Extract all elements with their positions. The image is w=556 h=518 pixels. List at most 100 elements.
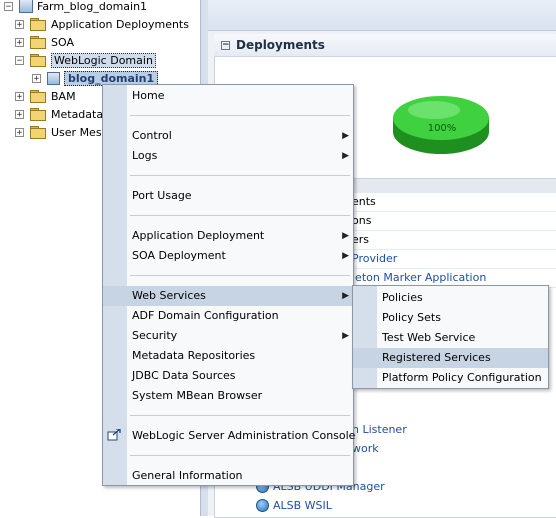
table-row: ons <box>352 211 556 231</box>
submenu-item-test-web-service[interactable]: Test Web Service <box>353 328 548 348</box>
row-text: ers <box>352 233 370 246</box>
submenu-arrow-icon: ▶ <box>342 131 349 141</box>
tree-root-label: Farm_blog_domain1 <box>37 0 148 13</box>
menu-item-label: Logs <box>132 149 158 162</box>
tree-item-metadata-repositories[interactable]: + Metadata R <box>15 105 114 123</box>
submenu-arrow-icon: ▶ <box>342 151 349 161</box>
submenu-arrow-icon: ▶ <box>342 251 349 261</box>
folder-icon <box>30 18 46 31</box>
tree-item-weblogic-domain[interactable]: − WebLogic Domain <box>15 51 156 69</box>
menu-separator <box>130 455 350 456</box>
menu-item-label: Home <box>132 89 165 102</box>
tree-item-label: WebLogic Domain <box>51 52 156 68</box>
menu-item-web-services[interactable]: Web Services ▶ <box>103 286 353 306</box>
menu-item-label: Control <box>132 129 172 142</box>
row-link[interactable]: n Listener <box>352 423 407 436</box>
menu-item-label: General Information <box>132 469 243 482</box>
menu-separator <box>130 175 350 176</box>
menu-item-label: ADF Domain Configuration <box>132 309 279 322</box>
menu-item-label: System MBean Browser <box>132 389 263 402</box>
pie-percent-label: 100% <box>427 123 457 134</box>
collapse-toggle-icon[interactable]: − <box>15 55 24 65</box>
web-service-icon <box>256 498 269 512</box>
collapse-toggle-icon[interactable]: − <box>4 1 13 11</box>
folder-icon <box>30 36 46 49</box>
menu-item-general-information[interactable]: General Information <box>103 466 353 486</box>
expand-toggle-icon[interactable]: + <box>15 109 24 119</box>
menu-item-soa-deployment[interactable]: SOA Deployment ▶ <box>103 246 353 266</box>
menu-separator <box>130 115 350 116</box>
submenu-item-label: Test Web Service <box>382 331 476 344</box>
expand-toggle-icon[interactable]: + <box>15 37 24 47</box>
table-row[interactable]: ALSB WSIL <box>256 496 332 514</box>
row-link[interactable]: Provider <box>352 252 397 265</box>
menu-separator <box>130 415 350 416</box>
menu-item-label: WebLogic Server Administration Console <box>132 429 356 442</box>
menu-item-label: Metadata Repositories <box>132 349 256 362</box>
menu-item-label: Application Deployment <box>132 229 265 242</box>
menu-item-weblogic-admin-console[interactable]: WebLogic Server Administration Console <box>103 426 356 446</box>
menu-separator <box>130 215 350 216</box>
submenu-item-registered-services[interactable]: Registered Services <box>353 348 548 368</box>
folder-icon <box>30 90 46 103</box>
expand-toggle-icon[interactable]: + <box>15 19 24 29</box>
menu-item-system-mbean-browser[interactable]: System MBean Browser <box>103 386 353 406</box>
tree-item-soa[interactable]: + SOA <box>15 33 74 51</box>
tree-item-bam[interactable]: + BAM <box>15 87 76 105</box>
content-toolbar <box>208 0 556 31</box>
menu-item-jdbc-data-sources[interactable]: JDBC Data Sources <box>103 366 353 386</box>
row-link[interactable]: work <box>352 442 379 455</box>
domain-icon <box>47 71 60 85</box>
tree-item-label: SOA <box>51 35 74 49</box>
expand-toggle-icon[interactable]: + <box>32 73 41 83</box>
folder-icon <box>30 54 46 67</box>
tree-item-label: BAM <box>51 89 76 103</box>
folder-icon <box>30 108 46 121</box>
table-row[interactable]: n Listener <box>352 420 407 438</box>
farm-icon <box>19 0 33 13</box>
table-row: ents <box>352 192 556 212</box>
collapse-panel-icon[interactable]: − <box>221 40 230 50</box>
menu-item-label: JDBC Data Sources <box>132 369 236 382</box>
tree-item-label: Application Deployments <box>51 17 189 31</box>
row-link[interactable]: leton Marker Application <box>352 271 486 284</box>
menu-item-label: Security <box>132 329 178 342</box>
submenu-item-policies[interactable]: Policies <box>353 288 548 308</box>
tree-item-user-messaging[interactable]: + User Messa <box>15 123 114 141</box>
menu-separator <box>130 275 350 276</box>
table-row: ers <box>352 230 556 250</box>
menu-item-application-deployment[interactable]: Application Deployment ▶ <box>103 226 353 246</box>
menu-item-label: Port Usage <box>132 189 192 202</box>
tree-root-farm[interactable]: − Farm_blog_domain1 <box>4 0 147 15</box>
deployments-pie-chart <box>393 96 489 154</box>
row-text: ons <box>352 214 372 227</box>
submenu-item-label: Policy Sets <box>382 311 441 324</box>
submenu-item-label: Registered Services <box>382 351 491 364</box>
expand-toggle-icon[interactable]: + <box>15 91 24 101</box>
deployments-title: Deployments <box>236 38 325 52</box>
menu-item-adf-domain-configuration[interactable]: ADF Domain Configuration <box>103 306 353 326</box>
menu-item-security[interactable]: Security ▶ <box>103 326 353 346</box>
submenu-arrow-icon: ▶ <box>342 231 349 241</box>
submenu-arrow-icon: ▶ <box>342 331 349 341</box>
menu-item-label: SOA Deployment <box>132 249 226 262</box>
submenu-item-policy-sets[interactable]: Policy Sets <box>353 308 548 328</box>
row-text: ents <box>352 195 376 208</box>
menu-item-metadata-repositories[interactable]: Metadata Repositories <box>103 346 353 366</box>
deployments-header[interactable]: − Deployments <box>214 34 556 57</box>
menu-item-logs[interactable]: Logs ▶ <box>103 146 353 166</box>
folder-icon <box>30 126 46 139</box>
table-row[interactable]: Provider <box>352 249 556 269</box>
menu-item-port-usage[interactable]: Port Usage <box>103 186 353 206</box>
row-link[interactable]: ALSB WSIL <box>273 499 332 512</box>
submenu-arrow-icon: ▶ <box>342 291 349 301</box>
tree-item-application-deployments[interactable]: + Application Deployments <box>15 15 189 33</box>
expand-toggle-icon[interactable]: + <box>15 127 24 137</box>
menu-item-label: Web Services <box>132 289 206 302</box>
submenu-item-platform-policy-configuration[interactable]: Platform Policy Configuration <box>353 368 548 388</box>
table-row[interactable]: work <box>352 439 379 457</box>
submenu-item-label: Platform Policy Configuration <box>382 371 542 384</box>
submenu-item-label: Policies <box>382 291 423 304</box>
menu-item-control[interactable]: Control ▶ <box>103 126 353 146</box>
menu-item-home[interactable]: Home <box>103 86 353 106</box>
